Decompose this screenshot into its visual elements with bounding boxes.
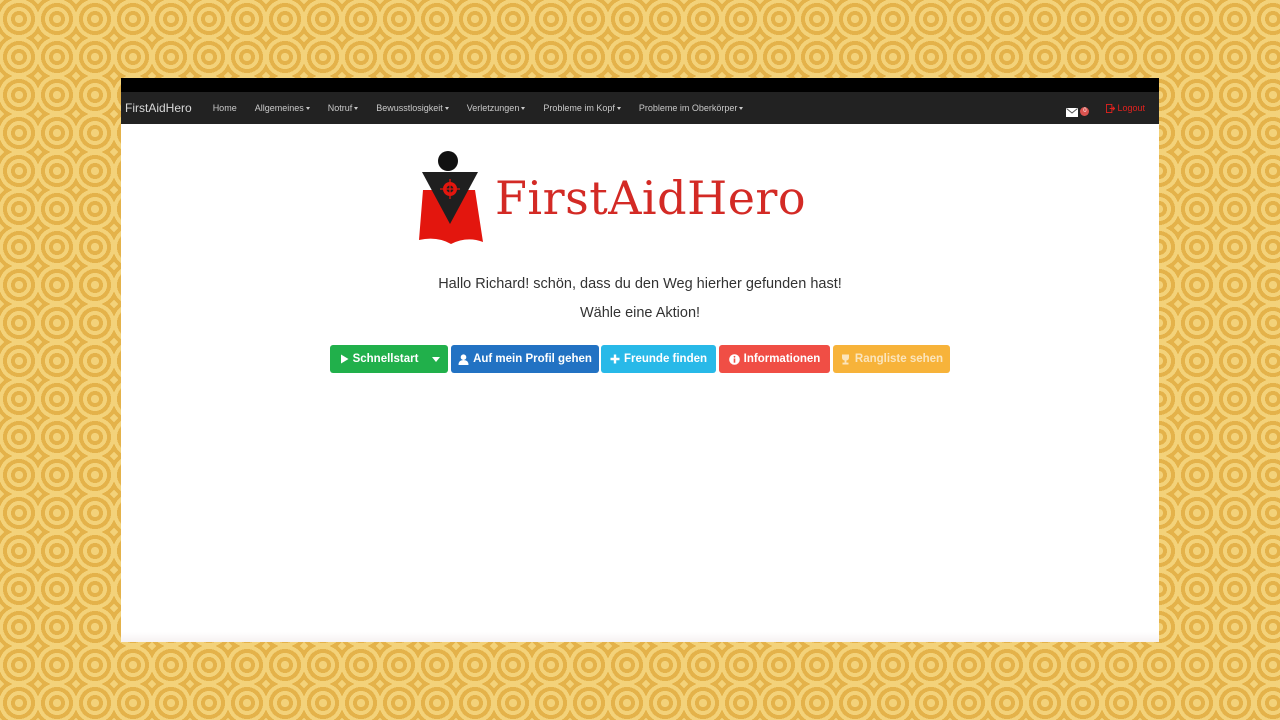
caret-down-icon bbox=[521, 107, 526, 111]
nav-item-label: Verletzungen bbox=[466, 103, 520, 113]
nav-item-probleme-im-oberkoerper[interactable]: Probleme im Oberkörper bbox=[639, 103, 744, 113]
caret-down-icon bbox=[432, 356, 440, 362]
information-button[interactable]: Informationen bbox=[719, 345, 830, 373]
app-window: FirstAidHero Home Allgemeines Notruf Bew… bbox=[121, 78, 1159, 642]
find-friends-button[interactable]: Freunde finden bbox=[601, 345, 716, 373]
unread-badge: 0 bbox=[1080, 106, 1090, 116]
nav-item-label: Probleme im Oberkörper bbox=[638, 103, 738, 113]
leaderboard-label: Rangliste sehen bbox=[854, 353, 944, 365]
nav-item-label: Allgemeines bbox=[254, 103, 304, 113]
nav-item-label: Notruf bbox=[327, 103, 353, 113]
logo: FirstAidHero bbox=[417, 150, 806, 246]
action-buttons: Schnellstart Auf mein Profil gehen Freun… bbox=[121, 345, 1159, 373]
leaderboard-button[interactable]: Rangliste sehen bbox=[833, 345, 950, 373]
play-icon bbox=[340, 354, 349, 364]
nav-item-allgemeines[interactable]: Allgemeines bbox=[255, 103, 310, 113]
logo-text: FirstAidHero bbox=[495, 171, 807, 225]
hero-mascot-icon bbox=[419, 151, 483, 244]
caret-down-icon bbox=[354, 107, 359, 111]
schnellstart-dropdown-toggle[interactable] bbox=[428, 345, 448, 373]
nav-item-probleme-im-kopf[interactable]: Probleme im Kopf bbox=[543, 103, 621, 113]
trophy-icon bbox=[841, 354, 849, 364]
action-prompt: Wähle eine Aktion! bbox=[579, 305, 701, 321]
nav-item-label: Bewusstlosigkeit bbox=[376, 103, 443, 113]
navbar: FirstAidHero Home Allgemeines Notruf Bew… bbox=[121, 92, 1159, 124]
nav-item-notruf[interactable]: Notruf bbox=[328, 103, 359, 113]
nav-item-home[interactable]: Home bbox=[213, 103, 237, 113]
nav-item-bewusstlosigkeit[interactable]: Bewusstlosigkeit bbox=[376, 103, 449, 113]
logout-button[interactable]: Logout bbox=[1106, 103, 1145, 113]
schnellstart-split-button: Schnellstart bbox=[330, 345, 448, 373]
nav-item-label: Home bbox=[212, 103, 237, 113]
schnellstart-button[interactable]: Schnellstart bbox=[330, 345, 428, 373]
profile-button[interactable]: Auf mein Profil gehen bbox=[451, 345, 599, 373]
caret-down-icon bbox=[444, 107, 449, 111]
info-icon bbox=[728, 353, 740, 365]
envelope-icon bbox=[1066, 107, 1079, 117]
caret-down-icon bbox=[739, 107, 744, 111]
logout-label: Logout bbox=[1117, 103, 1145, 113]
information-label: Informationen bbox=[743, 353, 821, 365]
greeting-text: Hallo Richard! schön, dass du den Weg hi… bbox=[438, 276, 842, 292]
plus-icon bbox=[610, 354, 620, 364]
nav-item-label: Probleme im Kopf bbox=[543, 103, 615, 113]
schnellstart-label: Schnellstart bbox=[352, 353, 419, 365]
navbar-right: 0 Logout bbox=[1066, 92, 1145, 124]
messages-button[interactable]: 0 bbox=[1066, 104, 1090, 117]
logout-icon bbox=[1106, 103, 1116, 113]
caret-down-icon bbox=[305, 107, 310, 111]
caret-down-icon bbox=[616, 107, 621, 111]
browser-top-strip bbox=[121, 78, 1159, 92]
page-bottom-edge bbox=[121, 632, 1159, 642]
profile-label: Auf mein Profil gehen bbox=[473, 353, 592, 365]
user-icon bbox=[458, 353, 469, 365]
find-friends-label: Freunde finden bbox=[623, 353, 708, 365]
nav-item-verletzungen[interactable]: Verletzungen bbox=[467, 103, 526, 113]
navbar-brand[interactable]: FirstAidHero bbox=[125, 101, 192, 115]
